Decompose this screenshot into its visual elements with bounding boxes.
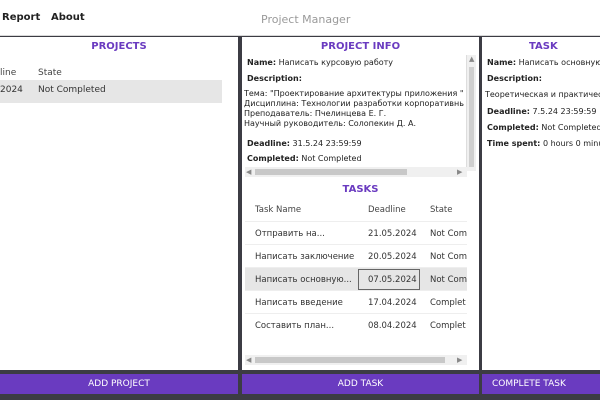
column-deadline[interactable]: line [0, 68, 16, 78]
project-name-label: Name: [247, 58, 277, 67]
tasks-title: TASKS [342, 184, 379, 195]
task-deadline: 17.04.2024 [368, 298, 417, 308]
task-deadline-field: Deadline: 7.5.24 23:59:59 [487, 107, 596, 116]
project-name-field: Name: Написать курсовую работу [247, 58, 393, 67]
column-state[interactable]: State [38, 68, 62, 78]
task-name: Составить план... [255, 321, 335, 331]
task-info-panel: TASK Name: Написать основную час Descrip… [482, 37, 600, 370]
scroll-right-icon[interactable]: ▶ [457, 168, 462, 176]
scroll-left-icon[interactable]: ◀ [246, 168, 251, 176]
project-deadline-value: 31.5.24 23:59:59 [292, 139, 362, 148]
task-name: Написать заключение [255, 252, 355, 262]
task-description-label: Description: [487, 74, 542, 83]
project-completed-field: Completed: Not Completed [247, 154, 362, 163]
project-state: Not Completed [38, 85, 106, 95]
task-state: Complet [430, 321, 466, 331]
task-name: Отправить на... [255, 229, 325, 239]
description-line: Дисциплина: Технологии разработки корпор… [244, 99, 464, 108]
task-deadline: 07.05.2024 [368, 275, 417, 285]
task-description-text[interactable]: Теоретическая и практическая [485, 90, 600, 99]
task-deadline: 08.04.2024 [368, 321, 417, 331]
task-name-label: Name: [487, 58, 517, 67]
complete-task-button[interactable]: COMPLETE TASK [482, 374, 600, 394]
column-state[interactable]: State [430, 205, 453, 215]
scroll-right-icon[interactable]: ▶ [457, 356, 462, 364]
scroll-up-icon[interactable]: ▲ [469, 55, 474, 63]
project-deadline: 2024 [0, 85, 23, 95]
task-name-value: Написать основную час [518, 58, 600, 67]
task-time-value: 0 hours 0 minutes [542, 139, 600, 148]
task-name: Написать основную... [255, 275, 352, 285]
task-deadline-value: 7.5.24 23:59:59 [532, 107, 597, 116]
task-completed-value: Not Completed [541, 123, 600, 132]
task-state: Complet [430, 298, 466, 308]
add-task-button[interactable]: ADD TASK [242, 374, 479, 394]
task-time-label: Time spent: [487, 139, 541, 148]
task-deadline: 20.05.2024 [368, 252, 417, 262]
project-info-panel: PROJECT INFO Name: Написать курсовую раб… [242, 37, 479, 370]
task-row-selected[interactable]: Написать основную... 07.05.2024 Not Com [245, 267, 467, 290]
column-task-name[interactable]: Task Name [255, 205, 301, 215]
scroll-thumb[interactable] [469, 67, 474, 167]
task-row[interactable]: Написать введение 17.04.2024 Complet [245, 290, 467, 313]
add-project-button[interactable]: ADD PROJECT [0, 374, 238, 394]
task-state: Not Com [430, 252, 468, 262]
scroll-thumb[interactable] [255, 357, 445, 363]
task-state: Not Com [430, 229, 468, 239]
tasks-horizontal-scrollbar[interactable]: ◀ ▶ [245, 355, 467, 365]
description-line: Тема: "Проектирование архитектуры прилож… [244, 89, 464, 98]
tasks-table-header: Task Name Deadline State [245, 199, 467, 219]
project-deadline-label: Deadline: [247, 139, 290, 148]
column-deadline[interactable]: Deadline [368, 205, 406, 215]
projects-title: PROJECTS [91, 41, 147, 52]
scroll-left-icon[interactable]: ◀ [246, 356, 251, 364]
project-info-title: PROJECT INFO [320, 41, 401, 52]
task-completed-label: Completed: [487, 123, 539, 132]
projects-panel: PROJECTS line State 2024 Not Completed [0, 37, 238, 370]
description-line: Преподаватель: Пчелинцева Е. Г. [244, 109, 387, 118]
menu-bar: Report About Project Manager [0, 0, 600, 36]
task-deadline-label: Deadline: [487, 107, 530, 116]
info-vertical-scrollbar[interactable]: ▲ [466, 55, 476, 171]
description-line: Научный руководитель: Солопекин Д. А. [244, 119, 416, 128]
task-name: Написать введение [255, 298, 343, 308]
project-row[interactable]: 2024 Not Completed [0, 80, 222, 103]
menu-report[interactable]: Report [2, 12, 40, 23]
task-row[interactable]: Отправить на... 21.05.2024 Not Com [245, 221, 467, 244]
task-name-field: Name: Написать основную час [487, 58, 600, 67]
project-description-text[interactable]: Тема: "Проектирование архитектуры прилож… [244, 89, 464, 135]
task-row[interactable]: Составить план... 08.04.2024 Complet [245, 313, 467, 336]
app-title: Project Manager [261, 13, 351, 26]
task-state: Not Com [430, 275, 468, 285]
project-description-label: Description: [247, 74, 302, 83]
task-info-title: TASK [529, 41, 558, 52]
project-name-value: Написать курсовую работу [278, 58, 394, 67]
scroll-thumb[interactable] [255, 169, 407, 175]
project-description-label-field: Description: [247, 74, 302, 83]
task-time-field: Time spent: 0 hours 0 minutes [487, 139, 600, 148]
task-deadline: 21.05.2024 [368, 229, 417, 239]
project-deadline-field: Deadline: 31.5.24 23:59:59 [247, 139, 362, 148]
project-completed-label: Completed: [247, 154, 299, 163]
project-completed-value: Not Completed [301, 154, 362, 163]
task-completed-field: Completed: Not Completed [487, 123, 600, 132]
task-row[interactable]: Написать заключение 20.05.2024 Not Com [245, 244, 467, 267]
menu-about[interactable]: About [51, 12, 85, 23]
info-horizontal-scrollbar[interactable]: ◀ ▶ [245, 167, 467, 177]
task-description-label-field: Description: [487, 74, 542, 83]
